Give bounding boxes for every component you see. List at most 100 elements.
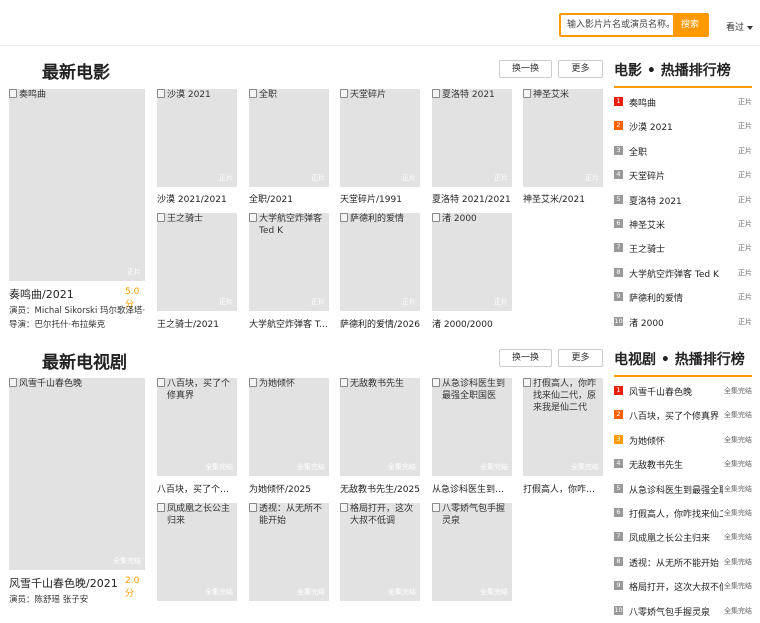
rank-item[interactable]: 7 王之骑士 正片	[614, 236, 752, 260]
tv-poster[interactable]: 从急诊科医生到最强全职国医 全集完结	[432, 378, 512, 476]
rank-item[interactable]: 1 风雪千山春色晚 全集完结	[614, 379, 752, 403]
rank-item-name[interactable]: 打假高人，你咋找来仙二代	[629, 507, 723, 520]
tv-refresh-button[interactable]: 换一换	[499, 349, 552, 367]
rank-item-name[interactable]: 夏洛特 2021	[629, 194, 723, 207]
movie-caption[interactable]: 夏洛特 2021/2021	[432, 192, 512, 205]
rank-item[interactable]: 4 天堂碎片 正片	[614, 163, 752, 187]
movie-poster[interactable]: 奏鸣曲 正片	[9, 89, 145, 281]
tv-more-button[interactable]: 更多	[558, 349, 603, 367]
rank-item-name[interactable]: 八百块，买了个修真界	[629, 409, 723, 422]
tv-card[interactable]: 从急诊科医生到最强全职国医全集完结 从急诊科医生到最强全职国医/2025	[432, 378, 512, 496]
movie-poster[interactable]: 夏洛特 2021 正片	[432, 89, 512, 187]
rank-item-name[interactable]: 王之骑士	[629, 242, 723, 255]
rank-item-name[interactable]: 奏鸣曲	[629, 96, 723, 109]
rank-item[interactable]: 6 打假高人，你咋找来仙二代全集完结	[614, 501, 752, 525]
rank-item-name[interactable]: 为她倾怀	[629, 434, 723, 447]
movie-caption[interactable]: 神圣艾米/2021	[523, 192, 603, 205]
rank-item[interactable]: 6 神圣艾米 正片	[614, 212, 752, 236]
rank-item-name[interactable]: 神圣艾米	[629, 218, 723, 231]
movie-poster[interactable]: 王之骑士 正片	[157, 213, 237, 311]
movie-card[interactable]: 王之骑士 正片 王之骑士/2021	[157, 213, 237, 330]
movie-card[interactable]: 神圣艾米 正片 神圣艾米/2021	[523, 89, 603, 205]
movie-caption[interactable]: 天堂碎片/1991	[340, 192, 420, 205]
tv-poster[interactable]: 凤成凰之长公主归来 全集完结	[157, 503, 237, 601]
featured-tv-card[interactable]: 风雪千山春色晚 全集完结 风雪千山春色晚/2021 2.0分 演员：陈舒瑶 张子…	[9, 378, 145, 605]
rank-item-name[interactable]: 天堂碎片	[629, 169, 723, 182]
rank-item[interactable]: 8 大学航空炸弹客 Ted K 正片	[614, 261, 752, 285]
movie-card[interactable]: 渚 2000 正片 渚 2000/2000	[432, 213, 512, 330]
movie-card[interactable]: 全职 正片 全职/2021	[249, 89, 329, 205]
tv-title-link[interactable]: 风雪千山春色晚/2021	[9, 575, 119, 591]
movie-poster[interactable]: 萨德利的爱情 正片	[340, 213, 420, 311]
movie-poster[interactable]: 天堂碎片 正片	[340, 89, 420, 187]
rank-item[interactable]: 3 为她倾怀 全集完结	[614, 428, 752, 452]
tv-card[interactable]: 打假高人，你咋找来仙二代，原来我是仙二代全集完结 打假高人，你咋找来仙二代/20…	[523, 378, 603, 496]
rank-item[interactable]: 9 格局打开，这次大叔不低调全集完结	[614, 574, 752, 598]
movie-poster[interactable]: 沙漠 2021 正片	[157, 89, 237, 187]
featured-movie-card[interactable]: 奏鸣曲 正片 奏鸣曲/2021 5.0分 演员：Michal Sikorski …	[9, 89, 145, 330]
rank-item[interactable]: 1 奏鸣曲 正片	[614, 90, 752, 114]
rank-item[interactable]: 9 萨德利的爱情 正片	[614, 285, 752, 309]
movie-poster[interactable]: 全职 正片	[249, 89, 329, 187]
movies-more-button[interactable]: 更多	[558, 60, 603, 78]
rank-item[interactable]: 5 从急诊科医生到最强全职国医全集完结	[614, 477, 752, 501]
movie-caption[interactable]: 全职/2021	[249, 192, 329, 205]
rank-item[interactable]: 2 八百块，买了个修真界 全集完结	[614, 403, 752, 427]
rank-item[interactable]: 4 无敌教书先生 全集完结	[614, 452, 752, 476]
rank-item-name[interactable]: 沙漠 2021	[629, 120, 723, 133]
rank-item-name[interactable]: 从急诊科医生到最强全职国医	[629, 483, 723, 496]
movie-caption[interactable]: 沙漠 2021/2021	[157, 192, 237, 205]
tv-card[interactable]: 八零娇气包手握灵泉 全集完结	[432, 503, 512, 601]
movies-refresh-button[interactable]: 换一换	[499, 60, 552, 78]
rank-item-name[interactable]: 渚 2000	[629, 316, 723, 329]
tv-caption[interactable]: 从急诊科医生到最强全职国医/2025	[432, 482, 512, 495]
tv-card[interactable]: 无敌教书先生 全集完结 无敌教书先生/2025	[340, 378, 420, 496]
rank-item-name[interactable]: 无敌教书先生	[629, 458, 723, 471]
rank-item[interactable]: 10 八零娇气包手握灵泉 全集完结	[614, 599, 752, 623]
tv-card[interactable]: 格局打开，这次大叔不低调 全集完结	[340, 503, 420, 601]
search-input[interactable]	[561, 15, 673, 35]
rank-item-name[interactable]: 格局打开，这次大叔不低调	[629, 580, 723, 593]
tv-caption[interactable]: 打假高人，你咋找来仙二代/2025	[523, 482, 603, 495]
movie-poster[interactable]: 神圣艾米 正片	[523, 89, 603, 187]
movie-card[interactable]: 沙漠 2021 正片 沙漠 2021/2021	[157, 89, 237, 205]
rank-item[interactable]: 5 夏洛特 2021 正片	[614, 188, 752, 212]
tv-card[interactable]: 凤成凰之长公主归来 全集完结	[157, 503, 237, 601]
movie-card[interactable]: 萨德利的爱情 正片 萨德利的爱情/2026	[340, 213, 420, 330]
tv-caption[interactable]: 八百块，买了个修真界/2025	[157, 482, 237, 495]
movie-caption[interactable]: 大学航空炸弹客 Ted K/2021	[249, 317, 329, 330]
movie-caption[interactable]: 萨德利的爱情/2026	[340, 317, 420, 330]
rank-item-name[interactable]: 萨德利的爱情	[629, 291, 723, 304]
movie-card[interactable]: 天堂碎片 正片 天堂碎片/1991	[340, 89, 420, 205]
tv-caption[interactable]: 无敌教书先生/2025	[340, 482, 420, 495]
tv-poster[interactable]: 风雪千山春色晚 全集完结	[9, 378, 145, 570]
tv-poster[interactable]: 透视：从无所不能开始 全集完结	[249, 503, 329, 601]
tv-poster[interactable]: 格局打开，这次大叔不低调 全集完结	[340, 503, 420, 601]
tv-poster[interactable]: 打假高人，你咋找来仙二代，原来我是仙二代 全集完结	[523, 378, 603, 476]
rank-item-name[interactable]: 透视：从无所不能开始	[629, 556, 723, 569]
tv-poster[interactable]: 无敌教书先生 全集完结	[340, 378, 420, 476]
movie-poster[interactable]: 渚 2000 正片	[432, 213, 512, 311]
tv-poster[interactable]: 八零娇气包手握灵泉 全集完结	[432, 503, 512, 601]
tv-card[interactable]: 八百块，买了个修真界全集完结 八百块，买了个修真界/2025	[157, 378, 237, 496]
watched-dropdown[interactable]: 看过	[726, 20, 754, 33]
rank-item[interactable]: 8 透视：从无所不能开始 全集完结	[614, 550, 752, 574]
rank-item[interactable]: 10 渚 2000 正片	[614, 310, 752, 334]
tv-card[interactable]: 透视：从无所不能开始 全集完结	[249, 503, 329, 601]
movie-caption[interactable]: 渚 2000/2000	[432, 317, 512, 330]
tv-poster[interactable]: 为她倾怀 全集完结	[249, 378, 329, 476]
movie-card[interactable]: 大学航空炸弹客 Ted K 正片 大学航空炸弹客 Ted K/2021	[249, 213, 329, 330]
rank-item[interactable]: 2 沙漠 2021 正片	[614, 114, 752, 138]
search-button[interactable]: 搜索	[673, 15, 707, 35]
movie-title-link[interactable]: 奏鸣曲/2021	[9, 286, 121, 302]
rank-item-name[interactable]: 全职	[629, 145, 723, 158]
rank-item-name[interactable]: 风雪千山春色晚	[629, 385, 723, 398]
movie-card[interactable]: 夏洛特 2021 正片 夏洛特 2021/2021	[432, 89, 512, 205]
tv-card[interactable]: 为她倾怀 全集完结 为她倾怀/2025	[249, 378, 329, 496]
rank-item[interactable]: 7 凤成凰之长公主归来 全集完结	[614, 525, 752, 549]
rank-item[interactable]: 3 全职 正片	[614, 139, 752, 163]
tv-poster[interactable]: 八百块，买了个修真界 全集完结	[157, 378, 237, 476]
rank-item-name[interactable]: 凤成凰之长公主归来	[629, 531, 723, 544]
movie-poster[interactable]: 大学航空炸弹客 Ted K 正片	[249, 213, 329, 311]
tv-caption[interactable]: 为她倾怀/2025	[249, 482, 329, 495]
